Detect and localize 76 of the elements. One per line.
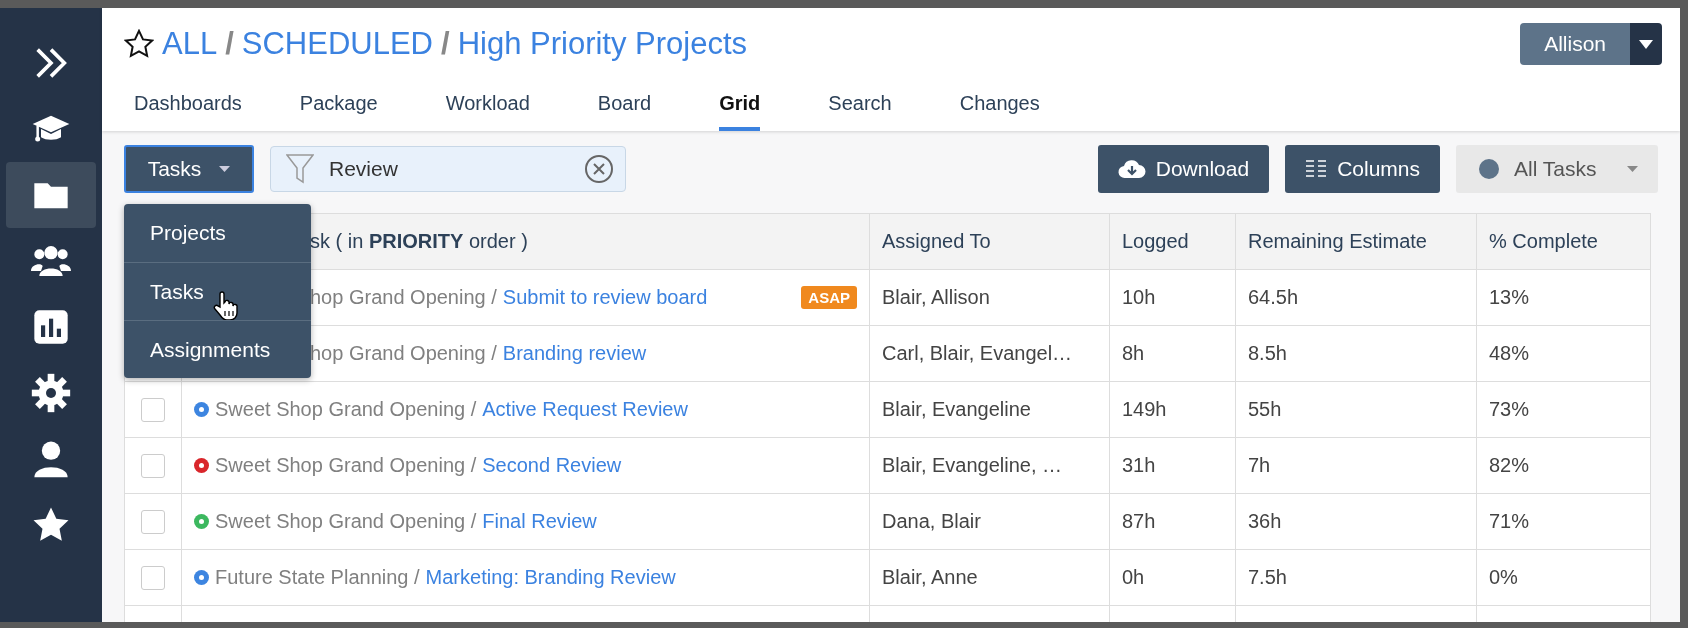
column-header[interactable]: Remaining Estimate — [1235, 213, 1477, 270]
star-icon[interactable] — [124, 29, 154, 59]
task-link[interactable]: Marketing: Branding Review — [425, 566, 676, 589]
table-cell: 87h — [1109, 493, 1236, 550]
project-name: Future State Planning / — [215, 566, 420, 589]
breadcrumb-link[interactable]: ALL — [162, 26, 218, 62]
task-link[interactable]: Second Review — [482, 454, 622, 477]
table-cell: 36h — [1235, 493, 1477, 550]
column-header[interactable]: Assigned To — [869, 213, 1110, 270]
column-header[interactable]: Logged — [1109, 213, 1236, 270]
tab[interactable]: Search — [828, 84, 892, 131]
project-name: hop Grand Opening / — [310, 286, 497, 309]
menu-item[interactable]: Assignments — [124, 320, 311, 378]
project-name: Sweet Shop Grand Opening / — [215, 398, 477, 421]
breadcrumb-separator: / — [225, 26, 234, 62]
table-cell: 149h — [1109, 381, 1236, 438]
menu-item[interactable]: Tasks — [124, 262, 311, 320]
columns-button[interactable]: Columns — [1285, 145, 1440, 193]
table-cell: 13% — [1476, 269, 1651, 326]
tab[interactable]: Changes — [959, 84, 1040, 131]
table-cell: 0h — [1109, 549, 1236, 606]
table-cell: 82% — [1476, 437, 1651, 494]
sidebar-item[interactable] — [6, 162, 96, 228]
row-checkbox[interactable] — [141, 397, 165, 422]
status-dot-icon — [1478, 158, 1500, 180]
row-checkbox[interactable] — [141, 509, 165, 534]
row-checkbox[interactable] — [141, 565, 165, 590]
caret-icon — [219, 166, 231, 172]
table-cell: 64.5h — [1235, 269, 1477, 326]
project-name: Sweet Shop Grand Opening / — [215, 454, 477, 477]
task-link[interactable]: Active Request Review — [482, 398, 688, 421]
caret-icon — [1639, 39, 1653, 49]
filter-icon — [286, 154, 314, 184]
user-button[interactable]: Allison — [1520, 23, 1630, 65]
table-cell: 7.5h — [1235, 549, 1477, 606]
task-link[interactable]: Branding review — [502, 342, 647, 365]
tab[interactable]: Workload — [445, 84, 530, 131]
table-cell: 10h — [1109, 269, 1236, 326]
tab[interactable]: Grid — [719, 84, 761, 131]
download-button[interactable]: Download — [1097, 145, 1270, 193]
breadcrumb-link[interactable]: SCHEDULED — [241, 26, 433, 62]
breadcrumb-separator: / — [441, 26, 450, 62]
project-name: Sweet Shop Grand Opening / — [215, 510, 477, 533]
table-cell: 55h — [1235, 381, 1477, 438]
caret-icon — [1627, 166, 1638, 172]
row-checkbox[interactable] — [141, 453, 165, 478]
table-cell: 31h — [1109, 437, 1236, 494]
table-cell: 48% — [1476, 325, 1651, 382]
cloud-download-icon — [1117, 158, 1146, 180]
table-cell: Blair, Allison — [869, 269, 1110, 326]
table-cell: 7h — [1235, 437, 1477, 494]
table-cell: Carl, Blair, Evangel… — [869, 325, 1110, 382]
tab[interactable]: Board — [597, 84, 652, 131]
priority-badge: ASAP — [801, 286, 857, 309]
project-name: hop Grand Opening / — [310, 342, 497, 365]
table-cell: Blair, Anne — [869, 549, 1110, 606]
column-header[interactable]: % Complete — [1476, 213, 1651, 270]
task-link[interactable]: Final Review — [482, 510, 597, 533]
table-cell: Dana, Blair — [869, 493, 1110, 550]
table-cell: 8h — [1109, 325, 1236, 382]
type-dropdown-button[interactable]: Tasks — [124, 145, 254, 193]
table-cell: 71% — [1476, 493, 1651, 550]
tab[interactable]: Package — [299, 84, 378, 131]
columns-icon — [1305, 159, 1328, 179]
status-filter-button[interactable]: All Tasks — [1456, 145, 1658, 193]
tab[interactable]: Dashboards — [134, 84, 242, 131]
filter-field[interactable]: Review — [270, 146, 626, 192]
table-cell: Blair, Evangeline — [869, 381, 1110, 438]
clear-icon[interactable] — [584, 154, 614, 184]
table-cell: Blair, Evangeline, … — [869, 437, 1110, 494]
breadcrumb-link[interactable]: High Priority Projects — [457, 26, 748, 62]
table-cell: 73% — [1476, 381, 1651, 438]
user-menu-button[interactable] — [1630, 23, 1662, 65]
task-link[interactable]: Submit to review board — [502, 286, 708, 309]
table-cell: 8.5h — [1235, 325, 1477, 382]
table-cell: 0% — [1476, 549, 1651, 606]
